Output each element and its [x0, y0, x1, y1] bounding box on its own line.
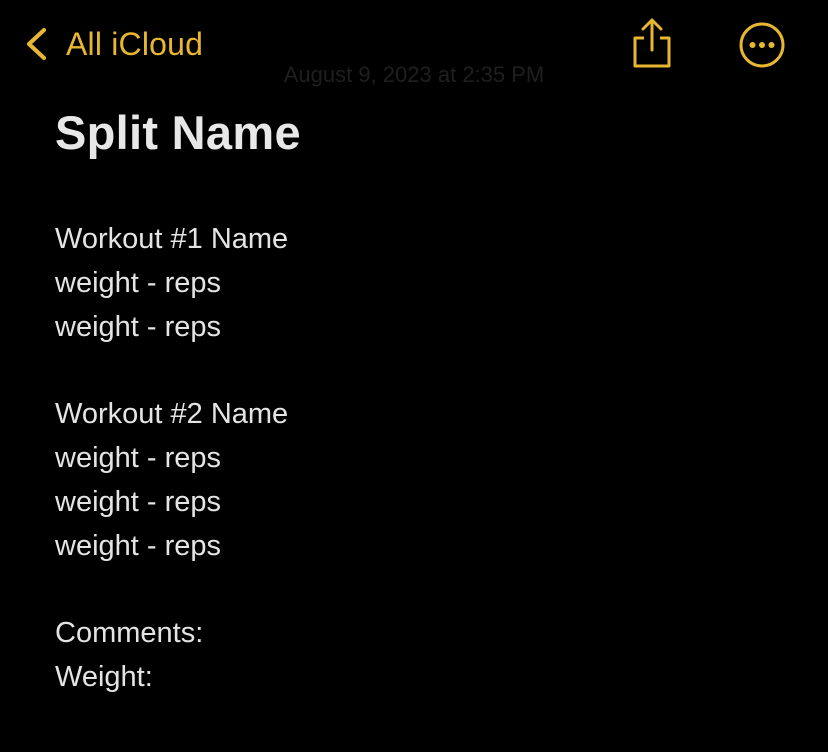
chevron-left-icon — [22, 22, 52, 66]
note-title[interactable]: Split Name — [55, 100, 795, 166]
note-line[interactable]: weight - reps — [55, 525, 795, 569]
note-content[interactable]: Split Name Workout #1 Name weight - reps… — [55, 100, 795, 700]
note-line[interactable]: weight - reps — [55, 481, 795, 525]
note-line-empty[interactable] — [55, 349, 795, 393]
note-line[interactable]: Weight: — [55, 656, 795, 700]
note-body[interactable]: Workout #1 Name weight - reps weight - r… — [55, 218, 795, 700]
note-line[interactable]: Comments: — [55, 612, 795, 656]
note-timestamp: August 9, 2023 at 2:35 PM — [283, 62, 545, 87]
note-line-empty[interactable] — [55, 568, 795, 612]
note-line[interactable]: weight - reps — [55, 262, 795, 306]
back-button-label: All iCloud — [66, 25, 204, 62]
note-line[interactable]: weight - reps — [55, 306, 795, 350]
note-line[interactable]: Workout #2 Name — [55, 393, 795, 437]
note-line[interactable]: weight - reps — [55, 437, 795, 481]
note-line[interactable]: Workout #1 Name — [55, 218, 795, 262]
back-button[interactable]: All iCloud — [22, 22, 203, 66]
